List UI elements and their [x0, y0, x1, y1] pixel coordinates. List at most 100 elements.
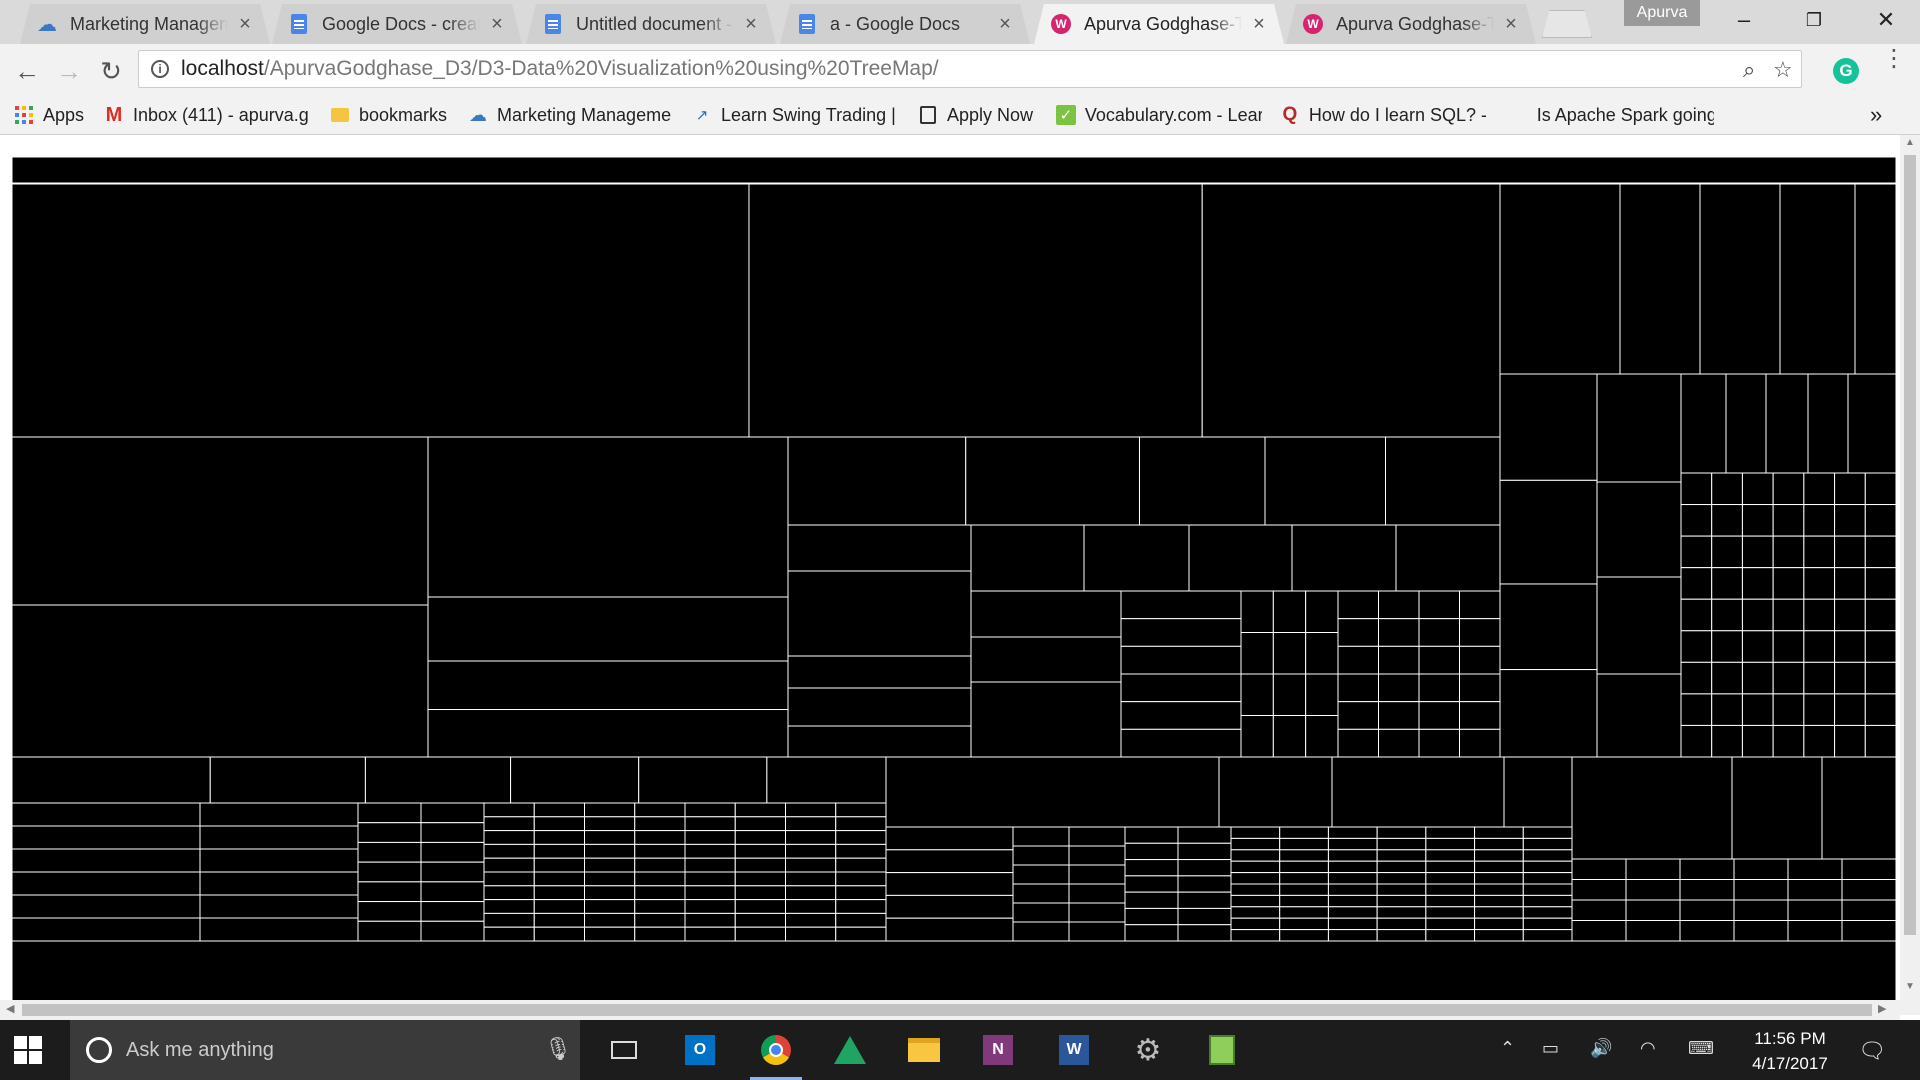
treemap-node [1218, 756, 1333, 828]
chrome-icon[interactable] [746, 1020, 806, 1080]
treemap-leaf [1124, 826, 1179, 844]
treemap-leaf [1337, 701, 1379, 730]
google-drive-icon[interactable] [820, 1020, 880, 1080]
scroll-down-arrow-icon[interactable]: ▼ [1900, 981, 1920, 992]
treemap-leaf [1679, 879, 1735, 901]
wamp-icon: W [1302, 13, 1324, 35]
treemap-node [787, 436, 967, 526]
keyboard-icon[interactable]: ⌨ [1688, 1038, 1714, 1059]
treemap-leaf [1834, 598, 1866, 632]
cortana-search-box[interactable]: Ask me anything 🎙 [70, 1020, 580, 1080]
treemap-leaf [1279, 826, 1329, 839]
restore-icon[interactable]: ❐ [1780, 0, 1848, 40]
zoom-icon[interactable]: ⌕ [1743, 57, 1755, 83]
bookmark-apply-now[interactable]: Apply Now [918, 101, 1033, 129]
treemap-leaf [1679, 920, 1735, 942]
bookmark-apache-spark[interactable]: Is Apache Spark going [1508, 101, 1714, 129]
treemap-leaf [1327, 826, 1378, 839]
apps-grid-icon [14, 105, 34, 125]
tab-label: Marketing Managemen [70, 13, 228, 34]
tab-close-icon[interactable]: × [1250, 13, 1268, 36]
treemap-leaf [357, 881, 422, 903]
word-icon[interactable]: W [1044, 1020, 1104, 1080]
tab-close-icon[interactable]: × [488, 13, 506, 36]
treemap-leaf [1474, 826, 1524, 839]
treemap-leaf [1625, 858, 1681, 880]
tab-a-google-docs[interactable]: a - Google Docs × [780, 4, 1030, 44]
tab-google-docs-create[interactable]: Google Docs - create × [272, 4, 522, 44]
profile-button[interactable]: Apurva [1624, 0, 1700, 26]
onenote-icon[interactable]: N [968, 1020, 1028, 1080]
treemap-leaf [1337, 673, 1379, 703]
cloud-icon: ☁ [37, 13, 57, 36]
treemap-leaf [1522, 883, 1573, 896]
taskbar-clock[interactable]: 11:56 PM 4/17/2017 [1730, 1026, 1850, 1076]
treemap-leaf [357, 901, 422, 922]
new-tab-button[interactable] [1542, 10, 1592, 38]
bookmark-star-icon[interactable]: ☆ [1773, 57, 1793, 83]
tab-close-icon[interactable]: × [236, 13, 254, 36]
tab-close-icon[interactable]: × [1502, 13, 1520, 36]
treemap-leaf [1425, 872, 1476, 885]
tab-apurva-godghase-treemap[interactable]: W Apurva Godghase-Tr × [1034, 4, 1284, 44]
outlook-icon[interactable]: O [670, 1020, 730, 1080]
treemap-leaf [584, 912, 636, 928]
forward-arrow-icon[interactable]: → [52, 54, 86, 88]
url-text[interactable]: localhost/ApurvaGodghase_D3/D3-Data%20Vi… [181, 57, 939, 81]
tab-apurva-godghase-treemap-2[interactable]: W Apurva Godghase-Tr × [1286, 4, 1536, 44]
grammarly-extension-icon[interactable]: G [1833, 58, 1859, 84]
minimize-icon[interactable]: – [1710, 0, 1778, 40]
address-bar[interactable]: i localhost/ApurvaGodghase_D3/D3-Data%20… [138, 50, 1802, 88]
treemap-leaf [1459, 701, 1501, 730]
treemap-leaf [1680, 693, 1713, 726]
treemap-leaf [420, 841, 485, 863]
treemap-leaf [1272, 632, 1307, 675]
bookmark-marketing-management[interactable]: ☁ Marketing Manageme [468, 101, 674, 129]
tab-label: Apurva Godghase-Tr [1336, 13, 1494, 34]
info-icon[interactable]: i [151, 60, 169, 78]
windows-start-icon[interactable] [14, 1036, 42, 1064]
scroll-right-arrow-icon[interactable]: ▶ [1878, 1002, 1886, 1015]
reload-icon[interactable]: ↻ [94, 54, 128, 88]
treemap-leaf [1680, 535, 1713, 569]
bookmarks-overflow-button[interactable]: » [1870, 101, 1882, 129]
treemap-leaf [533, 871, 585, 887]
vertical-scroll-thumb[interactable] [1904, 155, 1916, 935]
tab-close-icon[interactable]: × [742, 13, 760, 36]
battery-icon[interactable]: ▭ [1542, 1038, 1559, 1059]
bookmark-apps[interactable]: Apps [14, 101, 84, 129]
treemap-node [427, 436, 789, 598]
tab-marketing-management[interactable]: ☁ Marketing Managemen × [20, 4, 270, 44]
tab-untitled-document[interactable]: Untitled document - × [526, 4, 776, 44]
treemap-leaf [1474, 894, 1524, 908]
scroll-up-arrow-icon[interactable]: ▲ [1900, 137, 1920, 148]
treemap-node [427, 660, 789, 711]
notepad-app-icon[interactable] [1192, 1020, 1252, 1080]
treemap-leaf [1376, 826, 1427, 839]
close-window-icon[interactable]: ✕ [1852, 0, 1920, 40]
settings-app-icon[interactable]: ⚙ [1118, 1020, 1178, 1080]
bookmark-learn-sql[interactable]: Q How do I learn SQL? - [1280, 101, 1486, 129]
horizontal-scroll-thumb[interactable] [22, 1004, 1872, 1016]
volume-icon[interactable]: 🔊 [1590, 1038, 1612, 1059]
scroll-left-arrow-icon[interactable]: ◀ [6, 1002, 14, 1015]
show-hidden-icons-icon[interactable]: ⌃ [1500, 1038, 1515, 1059]
horizontal-scrollbar[interactable]: ◀ ▶ [0, 1000, 1900, 1020]
bookmark-vocabulary[interactable]: ✓ Vocabulary.com - Lear [1056, 101, 1262, 129]
treemap-leaf [1425, 929, 1476, 942]
treemap-leaf [1741, 567, 1774, 600]
microphone-icon[interactable]: 🎙 [544, 1036, 572, 1062]
task-view-icon[interactable] [594, 1020, 654, 1080]
bookmark-bookmarks-folder[interactable]: bookmarks [330, 101, 447, 129]
wifi-icon[interactable]: ◠ [1640, 1038, 1656, 1059]
file-explorer-icon[interactable] [894, 1020, 954, 1080]
treemap-leaf [734, 802, 786, 818]
bookmark-inbox[interactable]: M Inbox (411) - apurva.g [104, 101, 314, 129]
action-center-icon[interactable]: 🗨 [1858, 1038, 1886, 1064]
treemap-leaf [1337, 618, 1379, 647]
vertical-scrollbar[interactable]: ▲ ▼ [1900, 135, 1920, 1015]
bookmark-learn-swing-trading[interactable]: ↗ Learn Swing Trading | [692, 101, 898, 129]
back-arrow-icon[interactable]: ← [10, 54, 44, 88]
chrome-menu-icon[interactable]: ⋮ [1882, 47, 1906, 71]
tab-close-icon[interactable]: × [996, 13, 1014, 36]
